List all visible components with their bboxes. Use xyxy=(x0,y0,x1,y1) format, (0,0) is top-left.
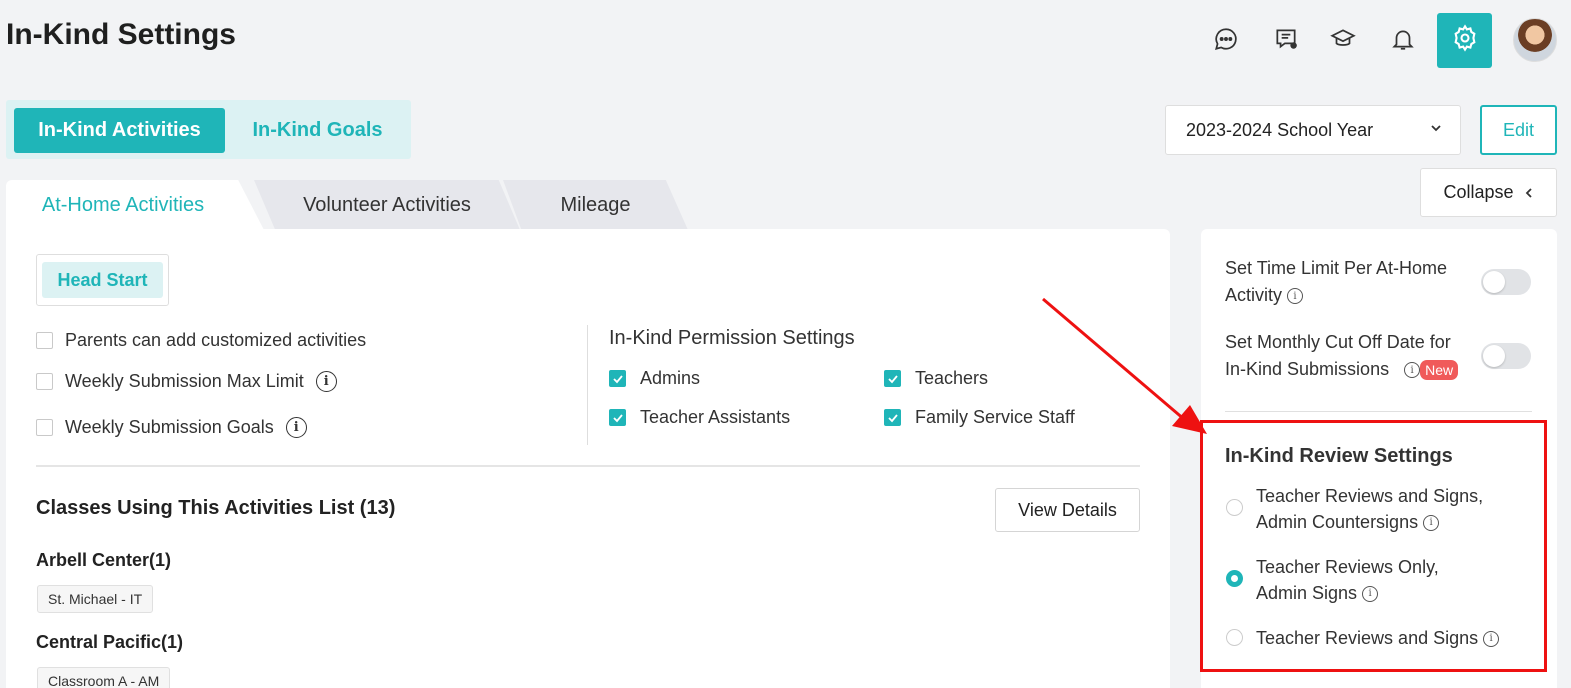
new-badge: New xyxy=(1420,360,1459,381)
annotation-highlight-box xyxy=(1200,420,1547,672)
tab-volunteer-activities[interactable]: Volunteer Activities xyxy=(254,180,520,230)
tab-mileage[interactable]: Mileage xyxy=(503,180,688,230)
tab-at-home-activities[interactable]: At-Home Activities xyxy=(6,180,264,230)
settings-button[interactable] xyxy=(1437,13,1492,68)
permission-label: Teachers xyxy=(915,368,989,388)
class-chip: St. Michael - IT xyxy=(37,585,154,613)
program-head-start[interactable]: Head Start xyxy=(42,262,163,298)
info-icon[interactable]: i xyxy=(1404,362,1421,379)
checkbox-checked[interactable] xyxy=(884,370,901,387)
checkbox-checked[interactable] xyxy=(609,370,626,387)
info-icon[interactable]: i xyxy=(1287,288,1304,305)
option-label: Weekly Submission Goals xyxy=(65,417,274,437)
option-customized-activities[interactable]: Parents can add customized activities xyxy=(36,330,366,351)
checkbox[interactable] xyxy=(36,419,53,436)
chevron-left-icon xyxy=(1525,187,1532,198)
section-divider xyxy=(36,465,1140,467)
permission-teachers[interactable]: Teachers xyxy=(884,368,988,389)
chevron-down-icon xyxy=(1431,125,1441,132)
message-board-icon[interactable] xyxy=(1269,22,1303,56)
divider xyxy=(1225,411,1532,412)
class-chip: Classroom A - AM xyxy=(37,667,171,688)
setting-label: In-Kind Submissions xyxy=(1225,359,1390,379)
avatar[interactable] xyxy=(1513,18,1557,62)
collapse-label: Collapse xyxy=(1443,182,1514,202)
center-name: Central Pacific(1) xyxy=(36,632,184,652)
permission-family-service-staff[interactable]: Family Service Staff xyxy=(884,407,1075,428)
option-label: Weekly Submission Max Limit xyxy=(65,371,304,391)
time-limit-toggle[interactable] xyxy=(1481,269,1531,295)
permission-label: Admins xyxy=(640,368,701,388)
option-weekly-max-limit[interactable]: Weekly Submission Max Limit i xyxy=(36,371,337,392)
school-year-value: 2023-2024 School Year xyxy=(1186,119,1374,140)
permission-settings-title: In-Kind Permission Settings xyxy=(609,327,855,349)
gear-icon xyxy=(1451,24,1479,57)
center-name: Arbell Center(1) xyxy=(36,550,172,570)
edit-button[interactable]: Edit xyxy=(1480,105,1557,155)
checkbox-checked[interactable] xyxy=(884,409,901,426)
divider xyxy=(587,325,588,445)
tab-in-kind-goals[interactable]: In-Kind Goals xyxy=(235,108,400,153)
cutoff-setting: Set Monthly Cut Off Date for In-Kind Sub… xyxy=(1225,329,1465,383)
time-limit-setting: Set Time Limit Per At-Home Activity i xyxy=(1225,255,1465,309)
view-details-button[interactable]: View Details xyxy=(995,488,1140,532)
page-title: In-Kind Settings xyxy=(6,18,236,51)
chat-icon[interactable] xyxy=(1209,22,1243,56)
checkbox[interactable] xyxy=(36,373,53,390)
info-icon[interactable]: i xyxy=(285,417,307,438)
setting-label: Set Monthly Cut Off Date for xyxy=(1225,332,1451,352)
collapse-button[interactable]: Collapse xyxy=(1420,168,1557,217)
activities-card xyxy=(6,229,1170,688)
tab-in-kind-activities[interactable]: In-Kind Activities xyxy=(14,108,225,153)
checkbox-checked[interactable] xyxy=(609,409,626,426)
checkbox[interactable] xyxy=(36,332,53,349)
cutoff-toggle[interactable] xyxy=(1481,343,1531,369)
graduation-cap-icon[interactable] xyxy=(1326,22,1360,56)
permission-label: Teacher Assistants xyxy=(640,407,791,427)
setting-label: Set Time Limit Per At-Home xyxy=(1225,258,1448,278)
bell-icon[interactable] xyxy=(1386,22,1420,56)
permission-admins[interactable]: Admins xyxy=(609,368,700,389)
info-icon[interactable]: i xyxy=(315,371,337,392)
option-label: Parents can add customized activities xyxy=(65,330,367,350)
option-weekly-goals[interactable]: Weekly Submission Goals i xyxy=(36,417,307,438)
setting-label: Activity xyxy=(1225,285,1283,305)
permission-label: Family Service Staff xyxy=(915,407,1075,427)
school-year-select[interactable]: 2023-2024 School Year xyxy=(1165,105,1461,155)
classes-title: Classes Using This Activities List (13) xyxy=(36,497,396,519)
permission-teacher-assistants[interactable]: Teacher Assistants xyxy=(609,407,790,428)
